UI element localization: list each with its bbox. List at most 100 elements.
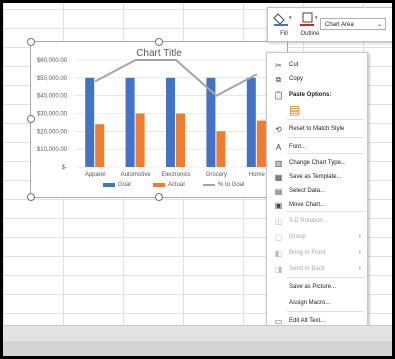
x-tick-label: Grocery [206,172,227,178]
clipboard-icon: 📋 [273,91,284,100]
bar-goal [246,77,256,167]
legend-label: Goal [118,182,131,188]
menu-item-label: 3-D Rotation... [289,218,328,224]
legend-swatch [153,183,165,187]
menu-item-move-chart[interactable]: ▣ Move Chart... [267,199,367,213]
menu-item-reset-to-match-style[interactable]: ⟲ Reset to Match Style [267,123,367,137]
scissors-icon: ✂ [275,61,282,70]
outline-color-bar [300,24,314,26]
menu-item-label: Reset to Match Style [289,126,345,132]
bar-actual [135,113,145,167]
bar-actual [256,120,266,167]
menu-item-label: Move Chart... [289,202,326,208]
menu-item-group: ▢ Group › [267,231,367,245]
menu-item-label: Send to Back [289,266,325,272]
svg-text:▾: ▾ [315,15,318,21]
outline-label: Outline [300,31,320,37]
menu-item-change-chart-type[interactable]: ▥ Change Chart Type... [267,157,367,171]
fill-label: Fill [280,31,288,37]
menu-item-select-data[interactable]: ▤ Select Data... [267,185,367,199]
menu-item-label: Bring to Front [289,250,326,256]
x-tick-label: Apparel [85,172,106,178]
menu-item-paste-keep-formatting[interactable]: ▤ [267,103,367,117]
menu-item-label: Select Data... [289,188,326,194]
resize-handle-bottom-left[interactable] [27,193,35,201]
y-tick-label: $20,000.00 [37,129,68,135]
x-tick-label: Electronics [161,172,190,178]
y-tick-label: $50,000.00 [37,76,68,82]
reset-style-icon: ⟲ [275,125,282,134]
menu-item-assign-macro[interactable]: Assign Macro... [267,297,367,311]
rotation-icon: ◫ [274,217,283,226]
paste-option-icon: ▤ [289,103,301,117]
y-tick-label: $- [62,165,67,171]
paint-bucket-icon: ▾ [273,13,292,26]
copy-icon: ⧉ [275,75,282,84]
menu-item-label: Font... [289,144,307,150]
chevron-down-icon: ⌄ [376,22,382,28]
menu-item-label: Paste Options: [289,92,332,98]
menu-item-send-to-back: ◨ Send to Back › [267,263,367,277]
group-icon: ▢ [274,233,283,242]
legend-label: % to Goal [218,182,245,188]
template-icon: ▦ [274,173,283,182]
menu-item-label: Copy [289,76,304,82]
pen-outline-icon: ▾ [300,12,318,26]
menu-item-label: Cut [289,62,299,68]
resize-handle-left[interactable] [27,115,35,123]
legend-item[interactable]: % to Goal [203,182,244,188]
menu-item-cut[interactable]: ✂ Cut [267,59,367,73]
chevron-right-icon: › [358,233,361,240]
menu-item-label: Group [289,234,306,240]
send-back-icon: ◨ [274,265,283,274]
resize-handle-bottom[interactable] [155,193,163,201]
y-tick-label: $10,000.00 [37,147,68,153]
menu-item-3-d-rotation: ◫ 3-D Rotation... [267,215,367,229]
fill-color-bar [274,24,288,26]
menu-item-save-as-picture[interactable]: Save as Picture... [267,281,367,295]
menu-separator [287,311,365,312]
status-bar [3,341,392,356]
chart-element-value: Chart Area [325,22,354,28]
context-menu: ✂ Cut ⧉ Copy 📋 Paste Options: ▤ ⟲ Reset to Match… [266,52,368,356]
menu-item-bring-to-front: ◧ Bring to Front › [267,247,367,261]
bar-actual [95,124,105,167]
menu-item-save-as-template[interactable]: ▦ Save as Template... [267,171,367,185]
x-tick-label: Automotive [121,172,152,178]
outline-button[interactable]: ▾ Outline [298,11,322,39]
legend-item[interactable]: Goal [103,182,131,188]
menu-item-paste-options[interactable]: 📋 Paste Options: [267,89,367,103]
svg-text:▾: ▾ [289,15,292,21]
chart-legend[interactable]: Goal Actual % to Goal [91,182,271,192]
resize-handle-top[interactable] [155,38,163,46]
resize-handle-top-left[interactable] [27,38,35,46]
legend-item[interactable]: Actual [153,182,185,188]
menu-item-label: Save as Picture... [289,284,337,290]
menu-item-font[interactable]: A Font... [267,141,367,155]
legend-swatch [203,184,215,186]
menu-item-label: Assign Macro... [289,300,331,306]
format-mini-toolbar: ▾ Fill ▾ Outline Chart Area ⌄ [267,7,392,42]
y-tick-label: $40,000.00 [37,94,68,100]
font-icon: A [275,143,282,152]
bar-goal [85,77,95,167]
menu-item-copy[interactable]: ⧉ Copy [267,73,367,87]
bar-actual [216,131,226,167]
chart-type-icon: ▥ [274,159,283,168]
bar-actual [176,113,185,167]
chart-area[interactable]: Chart Title $60,000.00 $50,000.00 $40,000.… [30,41,288,198]
legend-label: Actual [168,182,185,188]
fill-button[interactable]: ▾ Fill [272,11,296,39]
chevron-right-icon: › [358,265,361,272]
excel-window: Chart Title $60,000.00 $50,000.00 $40,000.… [3,3,392,356]
menu-item-label: Edit Alt Text... [289,318,326,324]
x-tick-label: Home [249,172,266,178]
select-data-icon: ▤ [274,187,283,196]
menu-item-label: Change Chart Type... [289,160,346,166]
bar-goal [125,77,135,167]
menu-separator [287,277,365,278]
plot-area[interactable]: $60,000.00 $50,000.00 $40,000.00 $30,000.00… [31,42,287,197]
chart-element-select[interactable]: Chart Area ⌄ [320,18,386,30]
y-tick-label: $60,000.00 [37,58,68,64]
menu-separator [287,119,365,120]
